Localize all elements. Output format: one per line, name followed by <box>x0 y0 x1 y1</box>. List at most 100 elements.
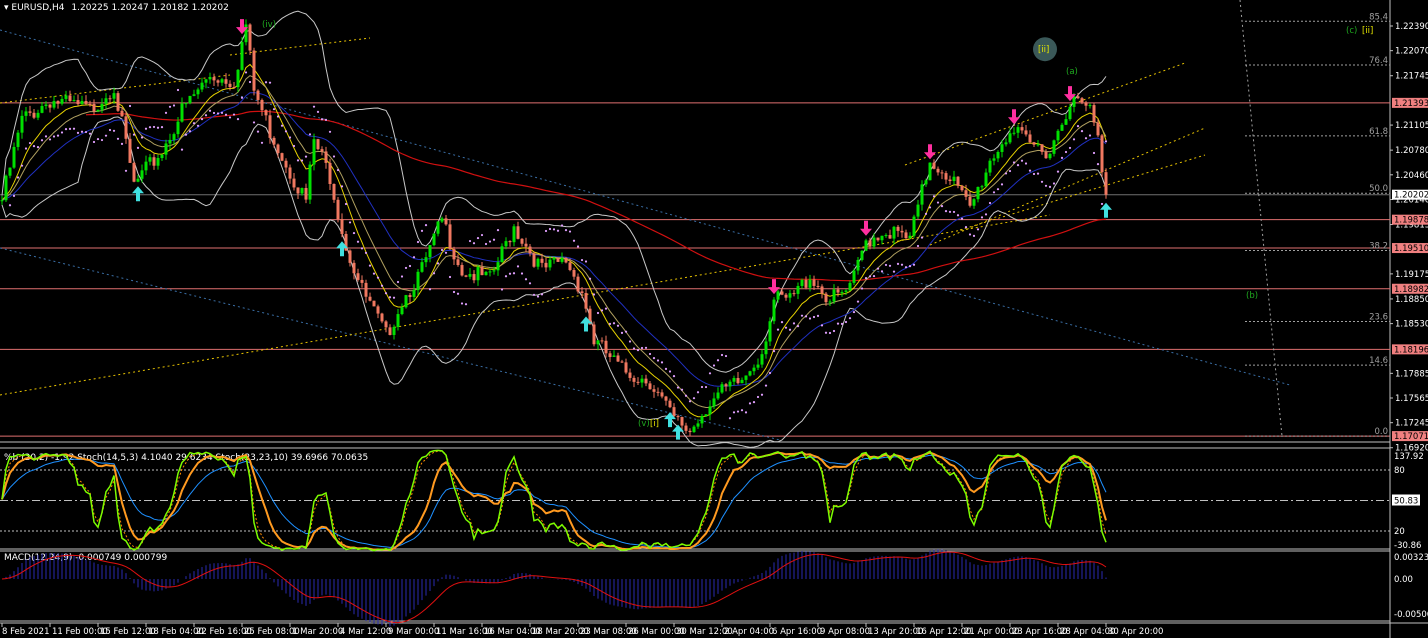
trend-line[interactable] <box>904 62 1186 166</box>
candle-body[interactable] <box>828 301 832 303</box>
candle-body[interactable] <box>856 259 860 271</box>
candle-body[interactable] <box>404 295 408 308</box>
candle-body[interactable] <box>468 274 472 277</box>
candle-body[interactable] <box>876 237 880 241</box>
candle-body[interactable] <box>324 151 328 163</box>
candle-body[interactable] <box>596 340 600 345</box>
candle-body[interactable] <box>764 341 768 355</box>
candle-body[interactable] <box>1068 106 1072 120</box>
candle-body[interactable] <box>1072 96 1076 107</box>
candle-body[interactable] <box>556 257 560 262</box>
candle-body[interactable] <box>892 226 896 239</box>
candle-body[interactable] <box>92 103 96 112</box>
candle-body[interactable] <box>500 246 504 263</box>
candle-body[interactable] <box>80 101 84 105</box>
candle-body[interactable] <box>116 93 120 111</box>
candle-body[interactable] <box>988 160 992 173</box>
candle-body[interactable] <box>368 296 372 301</box>
candle-body[interactable] <box>884 235 888 237</box>
candle-body[interactable] <box>196 89 200 95</box>
candle-body[interactable] <box>8 167 12 176</box>
candle-body[interactable] <box>484 271 488 276</box>
candle-body[interactable] <box>728 381 732 387</box>
candle-body[interactable] <box>140 170 144 179</box>
trend-line[interactable] <box>929 127 1206 246</box>
candle-body[interactable] <box>912 216 916 236</box>
candle-body[interactable] <box>76 100 80 105</box>
candle-body[interactable] <box>164 143 168 155</box>
candle-body[interactable] <box>424 257 428 263</box>
candle-body[interactable] <box>120 110 124 117</box>
candle-body[interactable] <box>680 417 684 426</box>
candle-body[interactable] <box>348 250 352 263</box>
candle-body[interactable] <box>124 116 128 139</box>
candle-body[interactable] <box>616 355 620 362</box>
candle-body[interactable] <box>328 162 332 184</box>
trend-line[interactable] <box>959 154 1206 231</box>
candle-body[interactable] <box>252 50 256 91</box>
candle-body[interactable] <box>960 185 964 191</box>
candle-body[interactable] <box>644 378 648 384</box>
candle-body[interactable] <box>544 262 548 268</box>
candle-body[interactable] <box>300 187 304 194</box>
candle-body[interactable] <box>476 266 480 281</box>
candle-body[interactable] <box>796 285 800 294</box>
candle-body[interactable] <box>1044 151 1048 159</box>
candle-body[interactable] <box>112 93 116 99</box>
candle-body[interactable] <box>172 134 176 140</box>
candle-body[interactable] <box>20 115 24 133</box>
candle-body[interactable] <box>788 293 792 298</box>
candle-body[interactable] <box>184 103 188 105</box>
candle-body[interactable] <box>748 371 752 376</box>
candle-body[interactable] <box>756 364 760 368</box>
candle-body[interactable] <box>392 326 396 335</box>
candle-body[interactable] <box>568 262 572 271</box>
candle-body[interactable] <box>100 103 104 110</box>
candle-body[interactable] <box>32 112 36 118</box>
candle-body[interactable] <box>1088 105 1092 107</box>
candle-body[interactable] <box>180 103 184 122</box>
candle-body[interactable] <box>284 160 288 168</box>
candle-body[interactable] <box>552 257 556 260</box>
candle-body[interactable] <box>176 121 180 135</box>
candle-body[interactable] <box>744 375 748 380</box>
candle-body[interactable] <box>308 164 312 200</box>
candle-body[interactable] <box>580 291 584 294</box>
candle-body[interactable] <box>452 249 456 260</box>
candle-body[interactable] <box>260 99 264 111</box>
candle-body[interactable] <box>280 153 284 161</box>
candle-body[interactable] <box>108 98 112 100</box>
candle-body[interactable] <box>1064 119 1068 125</box>
candle-body[interactable] <box>1092 105 1096 123</box>
candle-body[interactable] <box>812 279 816 286</box>
candle-body[interactable] <box>632 377 636 382</box>
candle-body[interactable] <box>724 384 728 387</box>
candle-body[interactable] <box>972 199 976 206</box>
candle-body[interactable] <box>940 172 944 174</box>
candle-body[interactable] <box>712 398 716 407</box>
candle-body[interactable] <box>1028 134 1032 143</box>
candle-body[interactable] <box>384 321 388 328</box>
candle-body[interactable] <box>584 293 588 309</box>
candle-body[interactable] <box>1012 132 1016 134</box>
trend-line[interactable] <box>0 29 1291 386</box>
candle-body[interactable] <box>416 271 420 291</box>
candle-body[interactable] <box>428 245 432 258</box>
candle-body[interactable] <box>188 95 192 104</box>
candle-body[interactable] <box>128 138 132 163</box>
candle-body[interactable] <box>48 104 52 108</box>
candle-body[interactable] <box>992 158 996 161</box>
candle-body[interactable] <box>12 146 16 168</box>
candle-body[interactable] <box>444 218 448 225</box>
candle-body[interactable] <box>1076 96 1080 99</box>
candle-body[interactable] <box>964 190 968 197</box>
candle-body[interactable] <box>320 149 324 152</box>
price-chart[interactable]: 85.4 76.4 61.8 50.0 38.2 23.6 14.6 0.0 (iv) [ii] (… <box>0 0 1428 638</box>
candle-body[interactable] <box>560 257 564 262</box>
candle-body[interactable] <box>600 340 604 342</box>
candle-body[interactable] <box>508 241 512 243</box>
candle-body[interactable] <box>420 262 424 272</box>
candle-body[interactable] <box>720 384 724 393</box>
candle-body[interactable] <box>28 111 32 113</box>
candle-body[interactable] <box>772 299 776 322</box>
